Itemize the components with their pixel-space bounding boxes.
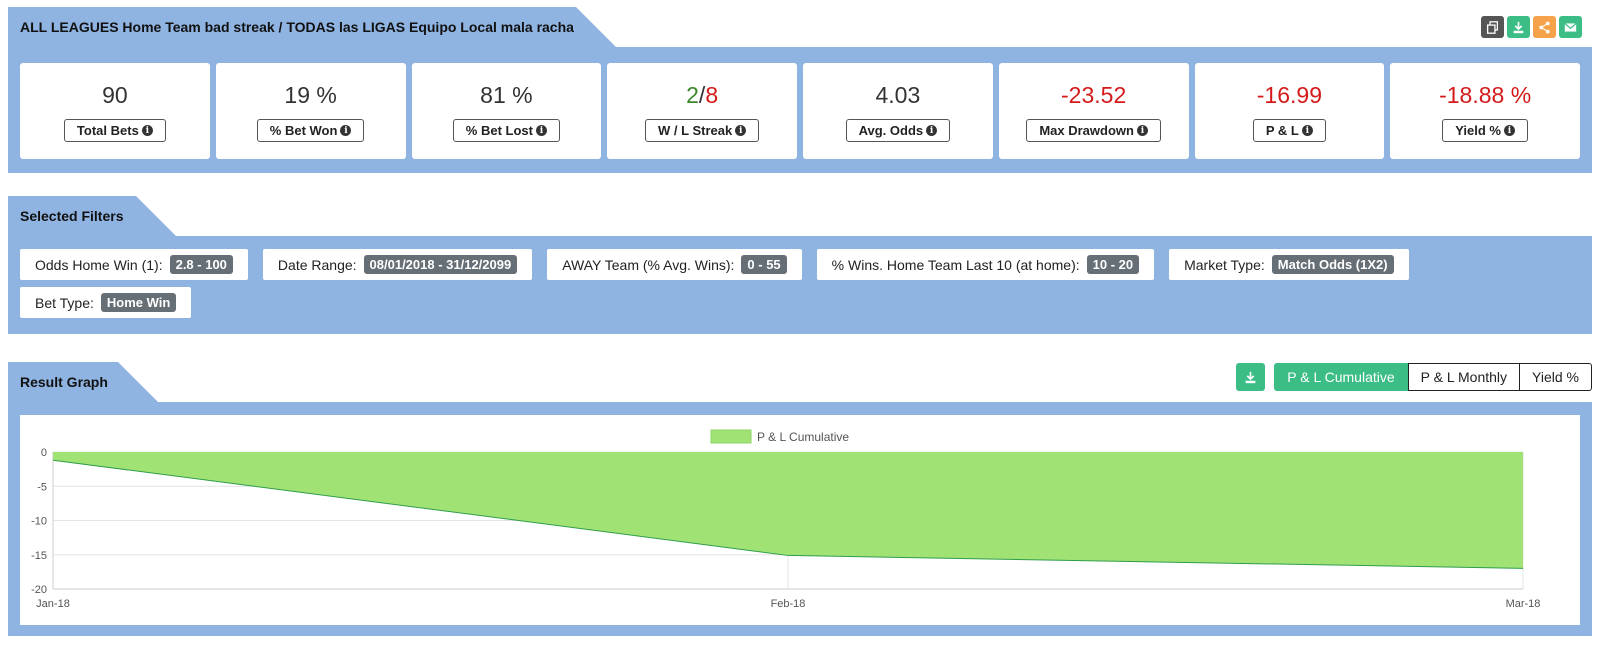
stats-header: ALL LEAGUES Home Team bad streak / TODAS… bbox=[8, 7, 1592, 47]
filters-title: Selected Filters bbox=[8, 196, 176, 236]
stat-label[interactable]: W / L Streak i bbox=[645, 119, 760, 142]
stat-label-text: Total Bets bbox=[76, 123, 139, 138]
streak-lost: 8 bbox=[705, 82, 719, 108]
filter-chip: Date Range: 08/01/2018 - 31/12/2099 bbox=[262, 249, 533, 280]
stat-yield: -18.88 % Yield % i bbox=[1390, 63, 1580, 159]
filters-section: Selected Filters Odds Home Win (1): 2.8 -… bbox=[8, 196, 1592, 334]
stat-value: -16.99 bbox=[1256, 82, 1322, 108]
x-tick-label: Jan-18 bbox=[36, 598, 70, 610]
filter-chip: Market Type: Match Odds (1X2) bbox=[1169, 249, 1409, 280]
stat-label[interactable]: P & Li bbox=[1252, 119, 1326, 142]
filter-chip: AWAY Team (% Avg. Wins): 0 - 55 bbox=[547, 249, 802, 280]
filter-label: % Wins. Home Team Last 10 (at home): bbox=[831, 256, 1080, 273]
info-icon: i bbox=[1301, 125, 1313, 136]
stat-label-text: Avg. Odds bbox=[858, 123, 924, 138]
y-tick-label: -10 bbox=[31, 516, 47, 528]
filter-chip: Odds Home Win (1): 2.8 - 100 bbox=[20, 249, 248, 280]
stat-value: -18.88 % bbox=[1439, 82, 1532, 108]
stat-value: 19 % bbox=[284, 82, 337, 108]
y-tick-label: -5 bbox=[37, 481, 47, 493]
filter-chip: % Wins. Home Team Last 10 (at home): 10 -… bbox=[816, 249, 1155, 280]
area-fill bbox=[53, 452, 1523, 569]
stat-label-text: Yield % bbox=[1455, 123, 1501, 138]
pl-monthly-button[interactable]: P & L Monthly bbox=[1407, 363, 1521, 391]
x-tick-label: Mar-18 bbox=[1506, 598, 1541, 610]
stat-label[interactable]: Max Drawdown i bbox=[1026, 119, 1161, 142]
info-icon: i bbox=[340, 125, 352, 136]
stat-pl: -16.99 P & Li bbox=[1194, 63, 1385, 159]
stat-avg-odds: 4.03 Avg. Odds i bbox=[803, 63, 993, 159]
pl-chart: 0 -5 -10 -15 -20 Jan-18 Feb-18 Mar-18 P & L Cumu… bbox=[31, 429, 1541, 610]
download-icon[interactable] bbox=[1507, 16, 1530, 38]
legend-swatch bbox=[710, 429, 752, 444]
graph-controls: P & L Cumulative P & L Monthly Yield % bbox=[1236, 363, 1592, 391]
filter-label: Bet Type: bbox=[35, 294, 94, 311]
filters-header: Selected Filters bbox=[8, 196, 1592, 236]
filter-label: Odds Home Win (1): bbox=[35, 256, 163, 273]
chart-container: 0 -5 -10 -15 -20 Jan-18 Feb-18 Mar-18 P & L Cumu… bbox=[20, 415, 1580, 625]
yield-button[interactable]: Yield % bbox=[1520, 363, 1592, 391]
stat-label[interactable]: Avg. Odds i bbox=[845, 119, 951, 142]
download-chart-button[interactable] bbox=[1236, 363, 1266, 391]
graph-section: Result Graph P & L Cumulative P & L Mont… bbox=[8, 362, 1592, 636]
system-title: ALL LEAGUES Home Team bad streak / TODAS… bbox=[8, 7, 616, 47]
stat-label-text: % Bet Lost bbox=[465, 123, 533, 138]
stat-total-bets: 90 Total Bets i bbox=[20, 63, 210, 159]
stat-label-text: W / L Streak bbox=[658, 123, 733, 138]
x-tick-label: Feb-18 bbox=[771, 598, 806, 610]
y-tick-label: -20 bbox=[31, 584, 47, 596]
stat-bet-lost: 81 % % Bet Lost i bbox=[411, 63, 602, 159]
header-actions bbox=[1481, 16, 1582, 38]
stat-value: 81 % bbox=[480, 82, 533, 108]
info-icon: i bbox=[535, 125, 547, 136]
info-icon: i bbox=[1136, 125, 1148, 136]
stat-label-text: % Bet Won bbox=[269, 123, 338, 138]
stats-section: ALL LEAGUES Home Team bad streak / TODAS… bbox=[8, 7, 1592, 173]
filter-chip: Bet Type: Home Win bbox=[20, 287, 192, 318]
filter-value: 2.8 - 100 bbox=[169, 255, 233, 274]
graph-panel: 0 -5 -10 -15 -20 Jan-18 Feb-18 Mar-18 P & L Cumu… bbox=[8, 402, 1592, 636]
share-icon[interactable] bbox=[1533, 16, 1556, 38]
stat-label-text: P & L bbox=[1265, 123, 1299, 138]
graph-header: Result Graph P & L Cumulative P & L Mont… bbox=[8, 362, 1592, 402]
email-icon[interactable] bbox=[1559, 16, 1582, 38]
filter-value: 08/01/2018 - 31/12/2099 bbox=[363, 255, 518, 274]
stat-max-drawdown: -23.52 Max Drawdown i bbox=[998, 63, 1189, 159]
filter-value: 10 - 20 bbox=[1086, 255, 1140, 274]
filter-label: AWAY Team (% Avg. Wins): bbox=[562, 256, 735, 273]
info-icon: i bbox=[735, 125, 747, 136]
y-tick-label: 0 bbox=[41, 447, 47, 459]
info-icon: i bbox=[1504, 125, 1515, 136]
graph-title: Result Graph bbox=[8, 362, 158, 402]
stat-value: -23.52 bbox=[1061, 82, 1127, 108]
stat-value: 90 bbox=[102, 82, 128, 108]
stat-bet-won: 19 % % Bet Won i bbox=[215, 63, 406, 159]
legend-label: P & L Cumulative bbox=[757, 430, 849, 444]
stat-value: 4.03 bbox=[875, 82, 921, 108]
stat-wl-streak: 2/8 W / L Streak i bbox=[607, 63, 797, 159]
stat-value: 2/8 bbox=[686, 79, 718, 111]
copy-icon[interactable] bbox=[1481, 16, 1504, 38]
stat-label[interactable]: % Bet Won i bbox=[256, 119, 365, 142]
y-tick-label: -15 bbox=[31, 550, 47, 562]
filters-panel: Odds Home Win (1): 2.8 - 100 Date Range: 0… bbox=[8, 236, 1592, 334]
stat-label[interactable]: Total Bets i bbox=[63, 119, 166, 142]
stats-panel: 90 Total Bets i 19 % % Bet Won i 81 % % Be… bbox=[8, 47, 1592, 173]
pl-cumulative-button[interactable]: P & L Cumulative bbox=[1274, 363, 1408, 391]
filter-value: Home Win bbox=[100, 293, 177, 312]
info-icon: i bbox=[141, 125, 153, 136]
filter-label: Date Range: bbox=[277, 256, 357, 273]
stat-label[interactable]: % Bet Lost i bbox=[452, 119, 560, 142]
filter-value: 0 - 55 bbox=[741, 255, 787, 274]
filter-label: Market Type: bbox=[1184, 256, 1265, 273]
download-icon bbox=[1245, 371, 1256, 383]
stat-label[interactable]: Yield % i bbox=[1442, 119, 1528, 142]
streak-won: 2 bbox=[686, 82, 699, 108]
info-icon: i bbox=[926, 125, 938, 136]
stat-label-text: Max Drawdown bbox=[1039, 123, 1134, 138]
filter-value: Match Odds (1X2) bbox=[1271, 255, 1394, 274]
